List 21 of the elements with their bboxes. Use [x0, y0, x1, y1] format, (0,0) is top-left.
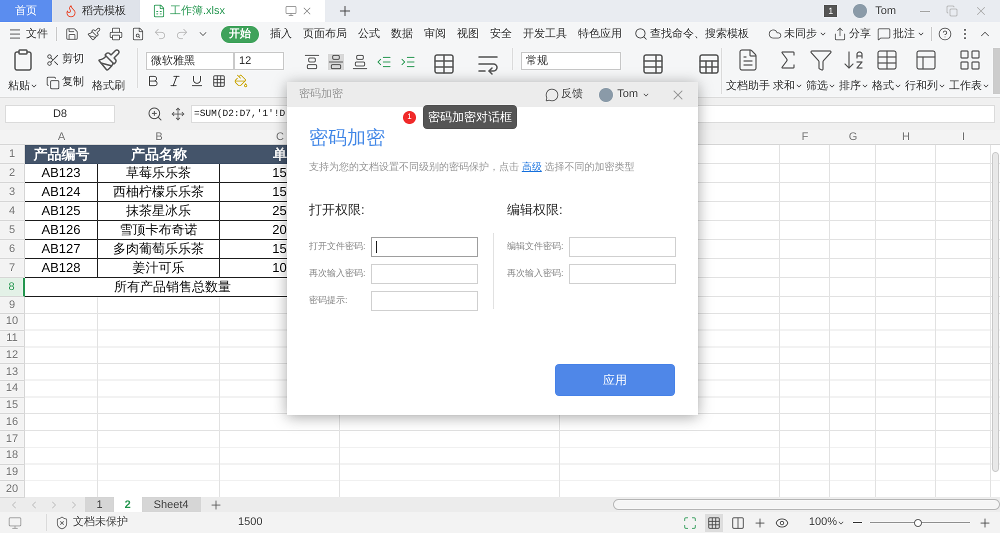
table-cell: AB123: [25, 164, 98, 183]
table-cell: AB125: [25, 202, 98, 221]
section-title: 编辑权限:: [507, 200, 564, 218]
table-cell: 草莓乐乐茶: [98, 164, 220, 183]
table-cell: AB126: [25, 221, 98, 240]
sum-value: 1500: [238, 515, 262, 530]
table-cell: AB124: [25, 183, 98, 202]
field-label: 密码提示:: [309, 294, 349, 308]
table-cell: 西柚柠檬乐乐茶: [98, 183, 220, 202]
field-label: 编辑文件密码:: [507, 240, 565, 254]
table-cell: 雪顶卡布奇诺: [98, 221, 220, 240]
header-cell: 产品编号: [25, 145, 98, 164]
table-cell: 多肉葡萄乐乐茶: [98, 240, 220, 259]
dialog-title: 密码加密: [299, 86, 343, 102]
callout-tooltip: 密码加密对话框: [423, 105, 517, 129]
table-cell: 抹茶星冰乐: [98, 202, 220, 221]
table-cell: AB127: [25, 240, 98, 259]
field-label: 再次输入密码:: [507, 267, 565, 280]
table-cell: 姜汁可乐: [98, 259, 220, 278]
table-cell: AB128: [25, 259, 98, 278]
header-cell: 产品名称: [98, 145, 220, 164]
